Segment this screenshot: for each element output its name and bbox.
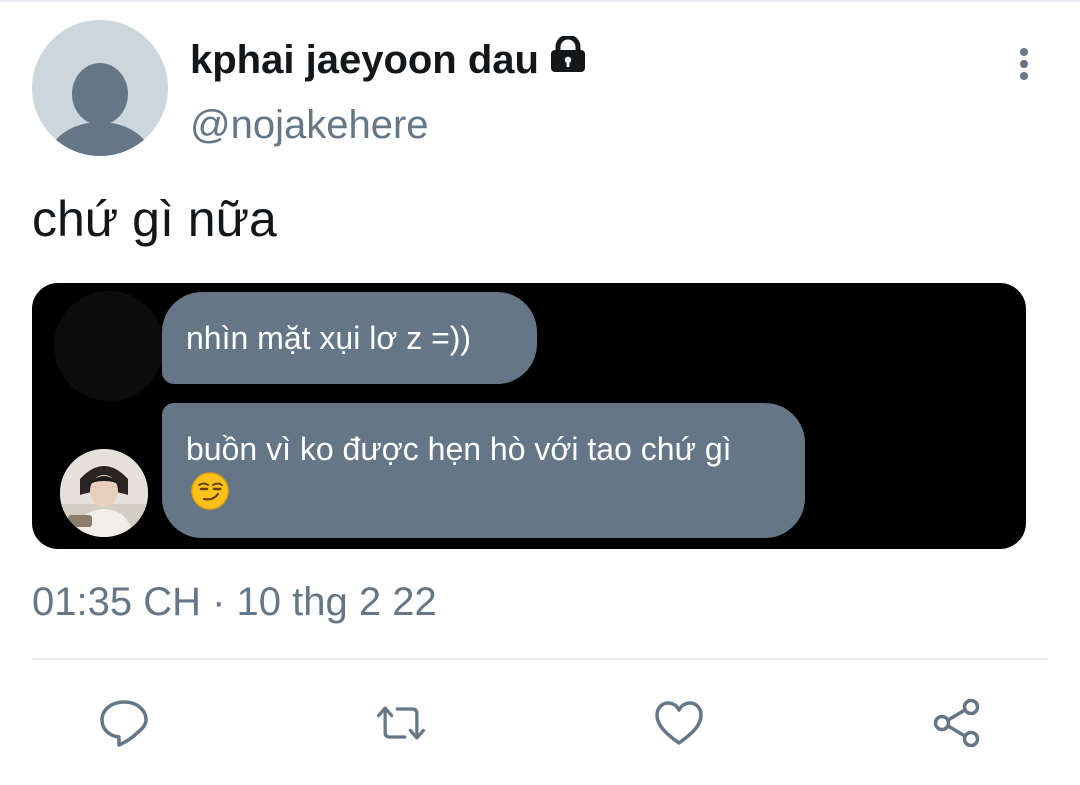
lock-icon <box>549 34 587 84</box>
like-button[interactable] <box>651 695 707 751</box>
comment-icon <box>100 700 148 747</box>
default-avatar-icon <box>48 63 152 156</box>
author-display-name: kphai jaeyoon dau <box>190 37 539 82</box>
chat-message-text: nhìn mặt xụi lơ z =)) <box>186 320 472 356</box>
more-options-button[interactable] <box>1002 42 1046 86</box>
cropped-avatar-shadow <box>54 291 164 401</box>
chat-message-text: buồn vì ko được hẹn hò với tao chứ gì <box>186 431 732 467</box>
tweet-timestamp[interactable]: 01:35 CH · 10 thg 2 22 <box>32 580 437 625</box>
top-divider <box>0 0 1080 2</box>
heart-icon <box>655 701 703 745</box>
retweet-icon <box>376 706 426 740</box>
chat-avatar-photo <box>60 449 148 537</box>
smirking-face-emoji <box>190 471 230 522</box>
actions-divider <box>32 658 1048 660</box>
chat-bubble: nhìn mặt xụi lơ z =)) <box>162 292 537 384</box>
tweet-text: chứ gì nữa <box>32 191 277 247</box>
retweet-button[interactable] <box>373 695 429 751</box>
share-icon <box>933 698 980 748</box>
chat-bubble: buồn vì ko được hẹn hò với tao chứ gì <box>162 403 805 538</box>
media-image[interactable]: nhìn mặt xụi lơ z =)) buồn vì ko được hẹ… <box>32 283 1026 549</box>
author-name[interactable]: kphai jaeyoon dau <box>190 34 587 84</box>
share-button[interactable] <box>929 695 985 751</box>
reply-button[interactable] <box>96 695 152 751</box>
profile-avatar[interactable] <box>32 20 168 156</box>
more-vertical-icon <box>1020 48 1028 80</box>
author-handle[interactable]: @nojakehere <box>190 103 429 148</box>
